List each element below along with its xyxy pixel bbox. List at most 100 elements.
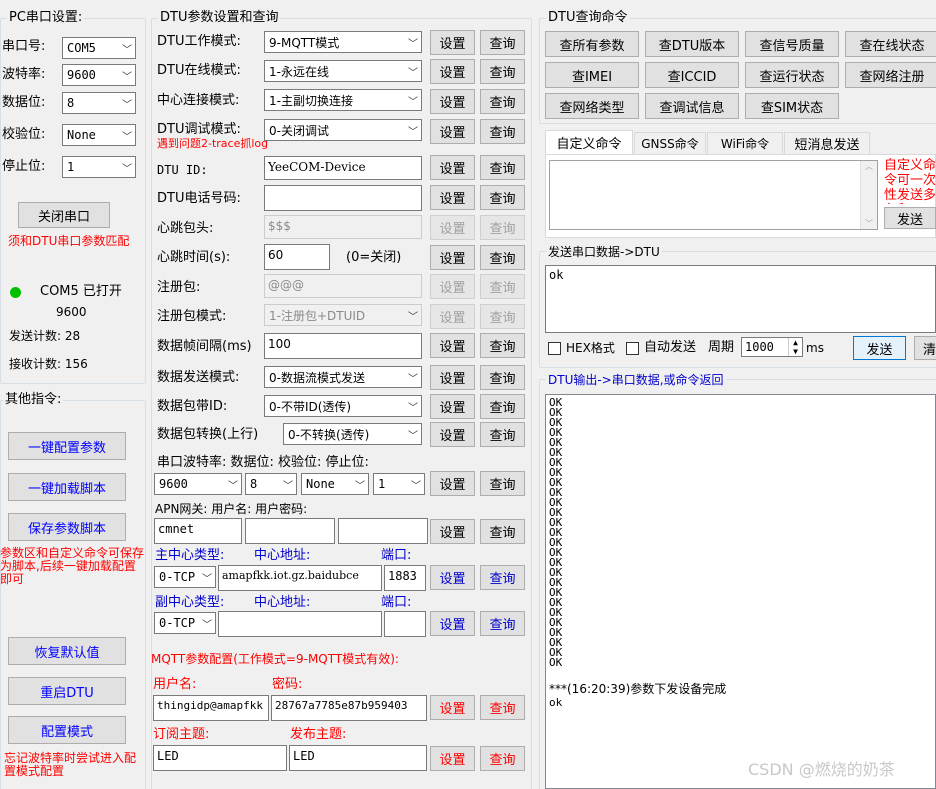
set-heartbeat-header-button[interactable]: 设置 bbox=[430, 215, 475, 240]
query-all-params-button[interactable]: 查所有参数 bbox=[545, 31, 639, 57]
query-online-mode-button[interactable]: 查询 bbox=[480, 59, 525, 84]
query-center-mode-button[interactable]: 查询 bbox=[480, 89, 525, 114]
set-main-center-button[interactable]: 设置 bbox=[430, 565, 475, 590]
stopbits-select[interactable]: 1 ﹀ bbox=[62, 156, 136, 178]
set-id-tag-button[interactable]: 设置 bbox=[430, 394, 475, 419]
center-mode-select[interactable]: 1-主副切换连接 ﹀ bbox=[264, 89, 422, 111]
query-register-packet-button[interactable]: 查询 bbox=[480, 274, 525, 299]
query-heartbeat-header-button[interactable]: 查询 bbox=[480, 215, 525, 240]
parity-select[interactable]: None ﹀ bbox=[62, 124, 136, 146]
register-mode-select[interactable]: 1-注册包+DTUID ﹀ bbox=[264, 304, 422, 326]
query-mqtt-topic-button[interactable]: 查询 bbox=[480, 746, 525, 771]
phone-input[interactable] bbox=[264, 185, 422, 211]
query-work-mode-button[interactable]: 查询 bbox=[480, 30, 525, 55]
close-port-button[interactable]: 关闭串口 bbox=[18, 202, 110, 228]
query-main-center-button[interactable]: 查询 bbox=[480, 565, 525, 590]
sub-center-type-select[interactable]: 0-TCP ﹀ bbox=[154, 612, 216, 634]
query-online-status-button[interactable]: 查在线状态 bbox=[845, 31, 936, 57]
restart-dtu-button[interactable]: 重启DTU bbox=[8, 677, 126, 705]
main-center-port-input[interactable]: 1883 bbox=[384, 565, 426, 591]
save-script-button[interactable]: 保存参数脚本 bbox=[8, 513, 126, 541]
period-spinner[interactable]: 1000 ▲ ▼ bbox=[741, 337, 803, 357]
dtu-databits-select[interactable]: 8 ﹀ bbox=[245, 473, 297, 495]
port-select[interactable]: COM5 ﹀ bbox=[62, 37, 136, 59]
set-send-mode-button[interactable]: 设置 bbox=[430, 365, 475, 390]
main-center-type-select[interactable]: 0-TCP ﹀ bbox=[154, 566, 216, 588]
set-apn-button[interactable]: 设置 bbox=[430, 519, 475, 544]
query-apn-button[interactable]: 查询 bbox=[480, 519, 525, 544]
publish-topic-input[interactable]: LED bbox=[289, 745, 427, 771]
query-frame-interval-button[interactable]: 查询 bbox=[480, 333, 525, 358]
query-phone-button[interactable]: 查询 bbox=[480, 185, 525, 210]
packet-convert-select[interactable]: 0-不转换(透传) ﹀ bbox=[283, 423, 422, 445]
query-run-status-button[interactable]: 查运行状态 bbox=[745, 62, 839, 88]
query-heartbeat-time-button[interactable]: 查询 bbox=[480, 245, 525, 270]
set-register-mode-button[interactable]: 设置 bbox=[430, 304, 475, 329]
custom-send-button[interactable]: 发送 bbox=[884, 207, 936, 229]
set-sub-center-button[interactable]: 设置 bbox=[430, 611, 475, 636]
dtu-baud-select[interactable]: 9600 ﹀ bbox=[154, 473, 242, 495]
query-sub-center-button[interactable]: 查询 bbox=[480, 611, 525, 636]
main-center-addr-input[interactable]: amapfkk.iot.gz.baidubce bbox=[218, 565, 382, 591]
set-mqtt-topic-button[interactable]: 设置 bbox=[430, 746, 475, 771]
tab-gnss-command[interactable]: GNSS命令 bbox=[634, 132, 706, 154]
apn-password-input[interactable] bbox=[338, 518, 428, 544]
serial-send-button[interactable]: 发送 bbox=[853, 336, 906, 360]
sub-center-addr-input[interactable] bbox=[218, 611, 382, 637]
databits-select[interactable]: 8 ﹀ bbox=[62, 92, 136, 114]
tab-custom-command[interactable]: 自定义命令 bbox=[545, 130, 633, 154]
set-center-mode-button[interactable]: 设置 bbox=[430, 89, 475, 114]
set-mqtt-auth-button[interactable]: 设置 bbox=[430, 695, 475, 720]
set-online-mode-button[interactable]: 设置 bbox=[430, 59, 475, 84]
subscribe-topic-input[interactable]: LED bbox=[153, 745, 287, 771]
mqtt-user-input[interactable]: thingidp@amapfkk bbox=[153, 695, 269, 721]
query-sim-status-button[interactable]: 查SIM状态 bbox=[745, 93, 839, 119]
custom-command-scrollbar[interactable]: ︿ ﹀ bbox=[860, 161, 877, 229]
query-mqtt-auth-button[interactable]: 查询 bbox=[480, 695, 525, 720]
set-work-mode-button[interactable]: 设置 bbox=[430, 30, 475, 55]
register-packet-input[interactable]: @@@ bbox=[264, 274, 422, 298]
apn-input[interactable]: cmnet bbox=[154, 518, 242, 544]
output-log[interactable]: OK OK OK OK OK OK OK OK OK OK OK OK OK OK OK OK OK OK OK OK… bbox=[545, 394, 936, 789]
query-register-mode-button[interactable]: 查询 bbox=[480, 304, 525, 329]
one-click-load-script-button[interactable]: 一键加载脚本 bbox=[8, 473, 126, 501]
set-phone-button[interactable]: 设置 bbox=[430, 185, 475, 210]
serial-send-textarea[interactable]: ok bbox=[545, 265, 936, 333]
mqtt-password-input[interactable]: 28767a7785e87b959403 bbox=[271, 695, 427, 721]
set-debug-mode-button[interactable]: 设置 bbox=[430, 119, 475, 144]
set-serial-params-button[interactable]: 设置 bbox=[430, 471, 475, 496]
work-mode-select[interactable]: 9-MQTT模式 ﹀ bbox=[264, 31, 422, 53]
query-iccid-button[interactable]: 查ICCID bbox=[645, 62, 739, 88]
clear-button[interactable]: 清 bbox=[914, 336, 936, 360]
tab-wifi-command[interactable]: WiFi命令 bbox=[707, 132, 783, 154]
spinner-arrows-icon[interactable]: ▲ ▼ bbox=[788, 338, 802, 356]
frame-interval-input[interactable]: 100 bbox=[264, 333, 422, 359]
send-mode-select[interactable]: 0-数据流模式发送 ﹀ bbox=[264, 366, 422, 388]
dtu-id-input[interactable]: YeeCOM-Device bbox=[264, 156, 422, 180]
set-register-packet-button[interactable]: 设置 bbox=[430, 274, 475, 299]
query-imei-button[interactable]: 查IMEI bbox=[545, 62, 639, 88]
heartbeat-time-input[interactable]: 60 bbox=[264, 244, 330, 270]
auto-send-checkbox[interactable] bbox=[626, 342, 639, 355]
query-dtu-id-button[interactable]: 查询 bbox=[480, 155, 525, 180]
set-frame-interval-button[interactable]: 设置 bbox=[430, 333, 475, 358]
query-serial-params-button[interactable]: 查询 bbox=[480, 471, 525, 496]
dtu-parity-select[interactable]: None ﹀ bbox=[301, 473, 369, 495]
heartbeat-header-input[interactable]: $$$ bbox=[264, 215, 422, 239]
sub-center-port-input[interactable] bbox=[384, 611, 426, 637]
query-debug-mode-button[interactable]: 查询 bbox=[480, 119, 525, 144]
config-mode-button[interactable]: 配置模式 bbox=[8, 716, 126, 744]
hex-format-checkbox[interactable] bbox=[548, 342, 561, 355]
query-send-mode-button[interactable]: 查询 bbox=[480, 365, 525, 390]
set-packet-convert-button[interactable]: 设置 bbox=[430, 422, 475, 447]
online-mode-select[interactable]: 1-永远在线 ﹀ bbox=[264, 60, 422, 82]
query-packet-convert-button[interactable]: 查询 bbox=[480, 422, 525, 447]
one-click-config-button[interactable]: 一键配置参数 bbox=[8, 432, 126, 460]
baud-select[interactable]: 9600 ﹀ bbox=[62, 64, 136, 86]
id-tag-select[interactable]: 0-不带ID(透传) ﹀ bbox=[264, 395, 422, 417]
query-net-register-button[interactable]: 查网络注册 bbox=[845, 62, 936, 88]
query-net-type-button[interactable]: 查网络类型 bbox=[545, 93, 639, 119]
apn-user-input[interactable] bbox=[245, 518, 335, 544]
dtu-stopbits-select[interactable]: 1 ﹀ bbox=[373, 473, 425, 495]
custom-command-textarea[interactable] bbox=[549, 160, 878, 230]
